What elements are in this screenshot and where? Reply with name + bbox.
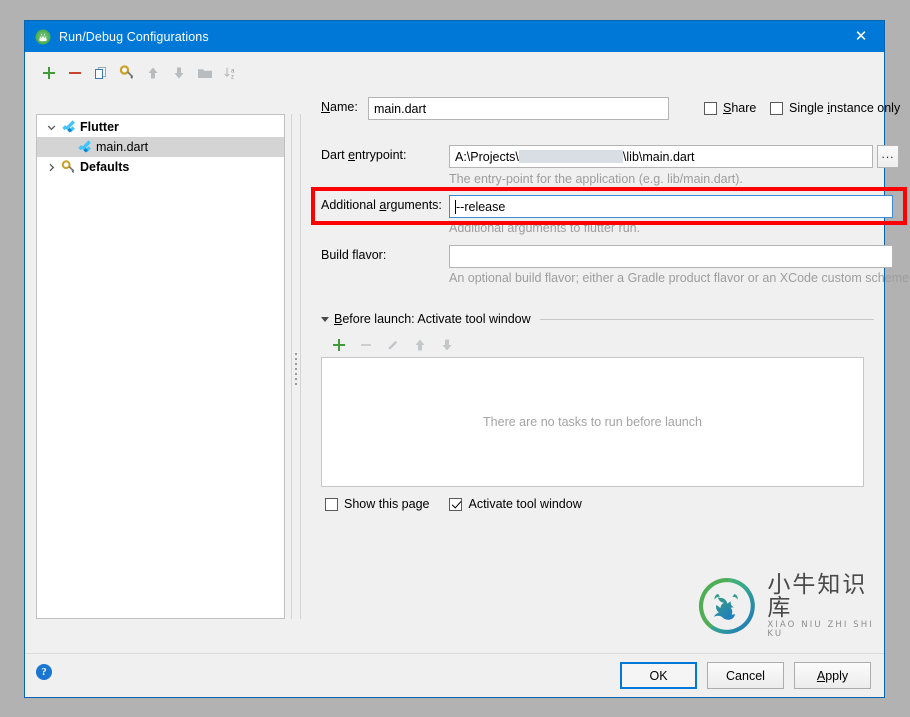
single-instance-checkbox-box[interactable] [770,101,783,115]
section-divider [539,318,874,320]
share-checkbox-label: Share [723,101,757,115]
configuration-form: Name: main.dart Share Single instance on… [297,92,910,619]
show-this-page-checkbox-box[interactable] [325,497,338,511]
show-this-page-checkbox[interactable]: Show this page [325,497,429,511]
build-flavor-label: Build flavor: [321,248,387,262]
configurations-toolbar: a z [36,60,286,86]
android-studio-icon [35,29,51,45]
tree-node-main-dart[interactable]: main.dart [37,137,284,157]
flutter-icon [59,119,77,135]
additional-arguments-label: Additional arguments: [321,198,442,212]
entrypoint-row: Dart entrypoint: [321,148,406,162]
dialog-body: a z Flutter main.dart Defaults Name: mai… [25,52,910,653]
dialog-buttons: OK Cancel Apply [620,662,871,689]
watermark-cn-text: 小牛知识库 [767,572,868,621]
svg-text:z: z [231,74,234,80]
tree-node-label: Defaults [80,160,130,174]
sort-az-icon[interactable]: a z [218,61,244,85]
dialog-footer: ? OK Cancel Apply [25,653,884,697]
additional-arguments-value: --release [456,199,506,214]
remove-configuration-button[interactable] [62,61,88,85]
apply-button[interactable]: Apply [794,662,871,689]
tree-node-label: Flutter [80,120,119,134]
name-row: Name: [321,100,358,114]
entrypoint-redacted-path [518,150,623,163]
bottom-options: Show this page Activate tool window [325,497,582,511]
help-icon[interactable]: ? [36,664,52,680]
chevron-down-icon[interactable] [43,119,59,135]
cancel-button[interactable]: Cancel [707,662,784,689]
add-task-button[interactable] [325,334,352,356]
ok-button[interactable]: OK [620,662,697,689]
watermark-en-text: XIAO NIU ZHI SHI KU [767,620,874,639]
run-debug-configurations-dialog: Run/Debug Configurations ✕ a z Flutter m… [24,20,910,698]
tree-node-flutter[interactable]: Flutter [37,117,284,137]
before-launch-title: Before launch: Activate tool window [334,312,531,326]
add-configuration-button[interactable] [36,61,62,85]
name-label: Name: [321,100,358,114]
collapse-triangle-icon[interactable] [321,316,329,322]
arrow-down-icon[interactable] [166,61,192,85]
build-flavor-input[interactable] [449,245,893,268]
folder-icon[interactable] [192,61,218,85]
move-task-up-button [406,334,433,356]
single-instance-checkbox-label: Single instance only [789,101,901,115]
build-flavor-row: Build flavor: [321,248,386,262]
empty-task-message: There are no tasks to run before launch [483,415,702,429]
configurations-tree[interactable]: Flutter main.dart Defaults [36,114,285,619]
entrypoint-input[interactable]: A:\Projects\ \lib\main.dart [449,145,873,168]
copy-icon[interactable] [88,61,114,85]
tree-node-defaults[interactable]: Defaults [37,157,284,177]
remove-task-button [352,334,379,356]
entrypoint-prefix: A:\Projects\ [455,149,519,164]
entrypoint-label: Dart entrypoint: [321,148,407,162]
close-icon[interactable]: ✕ [838,21,884,52]
move-task-down-button [433,334,460,356]
before-launch-header[interactable]: Before launch: Activate tool window [321,312,874,326]
activate-tool-window-label: Activate tool window [468,497,582,511]
share-checkbox[interactable]: Share [704,101,756,115]
before-launch-toolbar [325,334,460,356]
additional-arguments-hint: Additional arguments to flutter run. [449,221,641,235]
show-this-page-label: Show this page [344,497,430,511]
window-title: Run/Debug Configurations [59,29,209,44]
name-input-value: main.dart [374,101,427,116]
wrench-gear-icon [59,159,77,175]
flutter-icon [75,139,93,155]
share-checkbox-box[interactable] [704,101,717,115]
additional-arguments-row: Additional arguments: [321,198,442,212]
bull-circle-logo [698,578,755,634]
wrench-gear-icon[interactable] [114,61,140,85]
chevron-right-icon[interactable] [43,159,59,175]
tree-node-label: main.dart [96,140,149,154]
entrypoint-hint: The entry-point for the application (e.g… [449,172,743,186]
title-bar: Run/Debug Configurations ✕ [25,21,884,52]
before-launch-task-list[interactable]: There are no tasks to run before launch [321,357,864,487]
activate-tool-window-checkbox-box[interactable] [449,497,463,511]
activate-tool-window-checkbox[interactable]: Activate tool window [449,497,582,511]
arrow-up-icon[interactable] [140,61,166,85]
entrypoint-suffix: \lib\main.dart [622,149,695,164]
watermark-logo: 小牛知识库 XIAO NIU ZHI SHI KU [697,572,887,640]
entrypoint-browse-button[interactable]: ... [877,145,899,168]
build-flavor-hint: An optional build flavor; either a Gradl… [449,271,910,285]
single-instance-checkbox[interactable]: Single instance only [770,101,900,115]
name-input[interactable]: main.dart [368,97,669,120]
additional-arguments-input[interactable]: --release [449,195,893,218]
pencil-icon [379,334,406,356]
